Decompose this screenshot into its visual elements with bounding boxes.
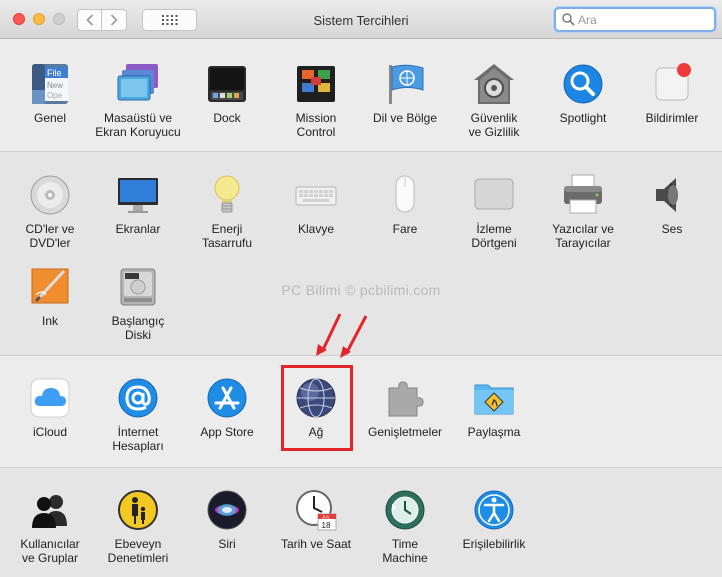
pref-printers-scanners[interactable]: Yazıcılar ve Tarayıcılar: [539, 173, 627, 250]
mouse-icon: [395, 175, 415, 213]
language-region-icon: [389, 64, 424, 104]
time-machine-icon: [385, 490, 425, 530]
pref-spotlight[interactable]: Spotlight: [539, 62, 627, 125]
pref-accessibility[interactable]: Erişilebilirlik: [450, 488, 538, 551]
desktop-screensaver-icon: [117, 64, 158, 101]
svg-text:18: 18: [322, 521, 331, 530]
pref-displays[interactable]: Ekranlar: [94, 173, 182, 236]
trackpad-icon: [474, 178, 514, 210]
pref-sharing[interactable]: Paylaşma: [450, 376, 538, 439]
pref-label: Başlangıç Diski: [111, 314, 165, 342]
search-icon: [562, 13, 575, 26]
users-groups-icon: [32, 495, 67, 528]
icloud-icon: [30, 378, 70, 418]
pref-label: Güvenlik ve Gizlilik: [468, 111, 520, 139]
spotlight-icon: [563, 64, 603, 104]
search-input[interactable]: [578, 11, 708, 28]
pref-label: Spotlight: [559, 111, 607, 125]
pref-label: CD'ler ve DVD'ler: [25, 222, 75, 250]
title-bar: Sistem Tercihleri: [0, 0, 722, 39]
pref-label: İnternet Hesapları: [112, 425, 164, 453]
pref-label: Dock: [213, 111, 241, 125]
pref-general[interactable]: File New Ope Genel: [6, 62, 94, 125]
security-privacy-icon: [474, 64, 514, 104]
pref-label: Siri: [218, 537, 236, 551]
pref-label: Genel: [33, 111, 67, 125]
pref-siri[interactable]: Siri: [183, 488, 271, 551]
pref-label: Bildirimler: [645, 111, 699, 125]
pref-label: Yazıcılar ve Tarayıcılar: [552, 222, 614, 250]
pref-label: Ekranlar: [115, 222, 161, 236]
svg-text:New: New: [47, 81, 63, 90]
pref-label: Masaüstü ve Ekran Koruyucu: [95, 111, 181, 139]
pref-ink[interactable]: Ink: [6, 265, 94, 328]
pref-cd-dvd[interactable]: CD'ler ve DVD'ler: [6, 173, 94, 250]
general-icon: File New Ope: [32, 64, 68, 104]
pref-label: Time Machine: [382, 537, 428, 565]
pref-language-region[interactable]: Dil ve Bölge: [361, 62, 449, 125]
siri-icon: [207, 490, 247, 530]
keyboard-icon: [295, 186, 337, 206]
displays-icon: [118, 178, 158, 213]
accessibility-icon: [474, 490, 514, 530]
pref-icloud[interactable]: iCloud: [6, 376, 94, 439]
pref-dock[interactable]: Dock: [183, 62, 271, 125]
pref-label: Ses: [661, 222, 683, 236]
mission-control-icon: [297, 66, 335, 102]
pref-label: Genişletmeler: [367, 425, 443, 439]
pref-label: Erişilebilirlik: [462, 537, 526, 551]
pref-label: Kullanıcılar ve Gruplar: [20, 537, 80, 565]
parental-controls-icon: [118, 490, 158, 530]
svg-text:File: File: [47, 68, 62, 78]
pref-label: Tarih ve Saat: [280, 537, 352, 551]
pref-sound[interactable]: Ses: [628, 173, 716, 236]
sharing-icon: [474, 384, 514, 415]
pref-startup-disk[interactable]: Başlangıç Diski: [94, 265, 182, 342]
search-field[interactable]: [554, 7, 716, 32]
svg-text:Ope: Ope: [47, 91, 63, 100]
pref-label: Paylaşma: [467, 425, 521, 439]
pref-parental-controls[interactable]: Ebeveyn Denetimleri: [94, 488, 182, 565]
energy-saver-icon: [214, 175, 240, 213]
dock-icon: [208, 66, 246, 102]
pref-label: Fare: [392, 222, 418, 236]
app-store-icon: [207, 378, 247, 418]
pref-label: İzleme Dörtgeni: [471, 222, 517, 250]
pref-security-privacy[interactable]: Güvenlik ve Gizlilik: [450, 62, 538, 139]
pref-extensions[interactable]: Genişletmeler: [361, 376, 449, 439]
pref-energy-saver[interactable]: Enerji Tasarrufu: [183, 173, 271, 250]
pref-app-store[interactable]: App Store: [183, 376, 271, 439]
printers-scanners-icon: [564, 174, 602, 214]
notifications-icon: [655, 63, 691, 101]
pref-label: App Store: [200, 425, 254, 439]
pref-desktop-screensaver[interactable]: Masaüstü ve Ekran Koruyucu: [94, 62, 182, 139]
pref-mouse[interactable]: Fare: [361, 173, 449, 236]
pref-mission-control[interactable]: Mission Control: [272, 62, 360, 139]
pref-label: Ebeveyn Denetimleri: [107, 537, 169, 565]
pref-date-time[interactable]: JUL 18 Tarih ve Saat: [272, 488, 360, 551]
extensions-icon: [388, 381, 424, 417]
pref-label: Enerji Tasarrufu: [201, 222, 253, 250]
internet-accounts-icon: [118, 378, 158, 418]
ink-icon: [31, 268, 69, 304]
pref-label: Ink: [41, 314, 58, 328]
date-time-icon: JUL 18: [296, 490, 337, 531]
pref-label: Dil ve Bölge: [372, 111, 438, 125]
pref-label: Mission Control: [295, 111, 337, 139]
pref-users-groups[interactable]: Kullanıcılar ve Gruplar: [6, 488, 94, 565]
highlight-box: [281, 365, 353, 451]
pref-label: Klavye: [297, 222, 335, 236]
cd-dvd-icon: [30, 175, 70, 215]
startup-disk-icon: [120, 268, 156, 306]
pref-internet-accounts[interactable]: İnternet Hesapları: [94, 376, 182, 453]
pref-keyboard[interactable]: Klavye: [272, 173, 360, 236]
sound-icon: [656, 178, 678, 212]
pref-time-machine[interactable]: Time Machine: [361, 488, 449, 565]
pref-trackpad[interactable]: İzleme Dörtgeni: [450, 173, 538, 250]
annotation-arrows: [316, 313, 368, 358]
svg-text:JUL: JUL: [322, 515, 330, 520]
pref-notifications[interactable]: Bildirimler: [628, 62, 716, 125]
pref-label: iCloud: [32, 425, 68, 439]
